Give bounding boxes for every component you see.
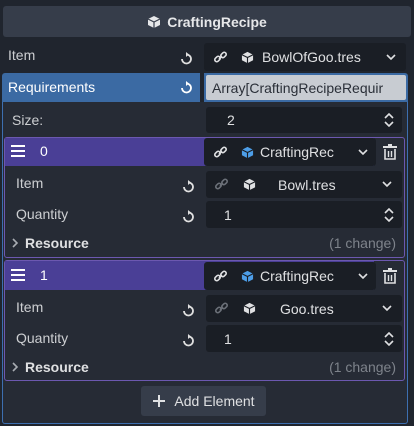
resource-title: CraftingRecipe — [167, 13, 267, 30]
spin-arrows-icon[interactable] — [384, 113, 394, 127]
element-0-quantity-value: 1 — [224, 206, 232, 223]
array-element-index: 1 — [40, 267, 48, 283]
element-0-item-picker[interactable]: Bowl.tres — [206, 171, 402, 198]
add-element-button[interactable]: Add Element — [141, 386, 266, 416]
chevron-right-icon[interactable] — [12, 238, 19, 248]
element-1-quantity-spinbox[interactable]: 1 — [206, 325, 402, 352]
plus-icon — [152, 394, 166, 408]
spin-arrows-icon[interactable] — [384, 331, 394, 346]
chevron-down-icon[interactable] — [358, 148, 368, 156]
element-1-resource-section[interactable]: Resource (1 change) — [10, 358, 402, 376]
chevron-right-icon[interactable] — [12, 362, 19, 372]
size-spinbox[interactable]: 2 — [206, 107, 402, 133]
add-element-label: Add Element — [174, 393, 255, 409]
element-0-resource-picker[interactable]: CraftingRec — [204, 138, 376, 166]
revert-icon[interactable] — [180, 333, 196, 349]
link-icon[interactable] — [213, 269, 228, 284]
element-1-item-label: Item — [16, 299, 44, 315]
chevron-down-icon[interactable] — [358, 272, 368, 280]
element-1-quantity-label: Quantity — [16, 330, 69, 346]
chevron-down-icon[interactable] — [386, 53, 396, 61]
revert-icon[interactable] — [178, 80, 194, 96]
element-1-item-picker[interactable]: Goo.tres — [206, 295, 402, 322]
element-0-type-name: CraftingRec — [260, 144, 334, 160]
chevron-down-icon[interactable] — [382, 181, 392, 188]
item-resource-picker[interactable]: BowlOfGoo.tres — [204, 43, 406, 71]
revert-icon[interactable] — [178, 51, 194, 67]
revert-icon[interactable] — [180, 179, 196, 195]
array-element-index: 0 — [40, 143, 48, 159]
element-1-type-name: CraftingRec — [260, 268, 334, 284]
element-0-quantity-spinbox[interactable]: 1 — [206, 201, 402, 228]
trash-icon[interactable] — [382, 144, 398, 160]
element-1-item-value: Goo.tres — [280, 300, 334, 317]
element-1-resource-picker[interactable]: CraftingRec — [204, 262, 376, 290]
requirements-label: Requirements — [8, 79, 96, 95]
resource-cube-icon — [241, 270, 254, 283]
cube-icon — [243, 302, 256, 315]
resource-cube-icon — [241, 146, 254, 159]
link-icon[interactable] — [213, 145, 228, 160]
cube-icon — [241, 51, 254, 64]
cube-icon — [243, 178, 256, 191]
link-icon[interactable] — [214, 177, 229, 192]
revert-icon[interactable] — [180, 303, 196, 319]
element-1-resource-label: Resource — [25, 359, 89, 375]
chevron-down-icon[interactable] — [382, 305, 392, 312]
element-0-resource-section[interactable]: Resource (1 change) — [10, 234, 402, 252]
size-label: Size: — [12, 112, 44, 128]
spin-arrows-icon[interactable] — [384, 207, 394, 222]
resource-title-bar: CraftingRecipe — [3, 6, 411, 37]
link-icon[interactable] — [214, 301, 229, 316]
element-0-change-count: (1 change) — [329, 235, 396, 251]
element-0-item-label: Item — [16, 175, 44, 191]
item-label: Item — [8, 47, 36, 63]
size-value: 2 — [227, 112, 235, 128]
drag-handle-icon[interactable] — [11, 145, 25, 157]
element-1-change-count: (1 change) — [329, 359, 396, 375]
element-0-item-value: Bowl.tres — [278, 176, 336, 193]
item-resource-name: BowlOfGoo.tres — [262, 49, 361, 65]
element-0-quantity-label: Quantity — [16, 206, 69, 222]
element-1-quantity-value: 1 — [224, 330, 232, 347]
requirements-property-header[interactable]: Requirements — [2, 73, 200, 102]
revert-icon[interactable] — [180, 209, 196, 225]
link-icon[interactable] — [213, 50, 228, 65]
trash-icon[interactable] — [382, 268, 398, 284]
cube-icon — [147, 15, 161, 29]
element-0-resource-label: Resource — [25, 235, 89, 251]
requirements-array-button[interactable]: Array[CraftingRecipeRequir — [206, 75, 406, 100]
drag-handle-icon[interactable] — [11, 269, 25, 281]
